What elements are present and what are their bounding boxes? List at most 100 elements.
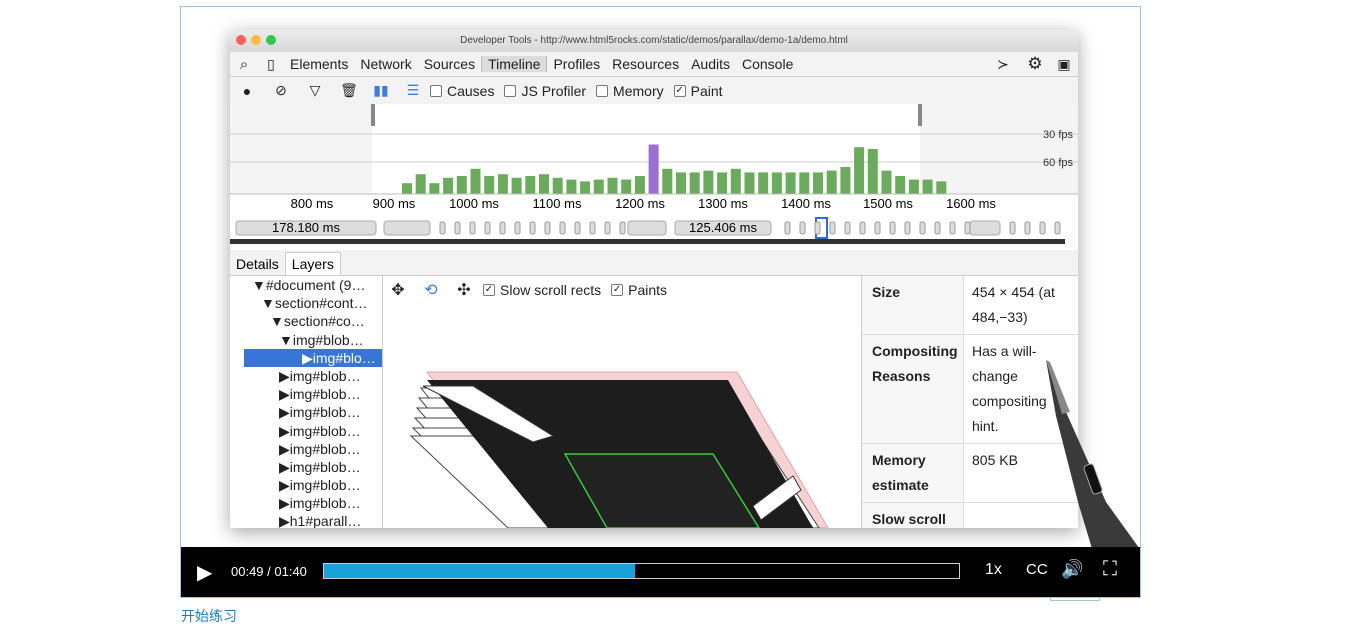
frame-marker[interactable] (874, 221, 881, 235)
frame-bar (539, 174, 549, 194)
panel-tabs-bar: ⌕ ▯ Elements Network Sources Timeline Pr… (230, 52, 1078, 77)
tree-item[interactable]: ▶img#blob… (230, 458, 382, 476)
frame-bar (689, 172, 700, 194)
frame-marker[interactable] (559, 221, 566, 235)
frame-marker[interactable] (454, 221, 461, 235)
frame-marker[interactable] (1009, 221, 1016, 235)
timeline-overview[interactable]: 30 fps 60 fps 800 ms 900 ms 1000 ms 1100… (230, 104, 1078, 244)
frame-marker[interactable] (529, 221, 536, 235)
frame-bar (785, 172, 796, 194)
gear-icon[interactable]: ⚙ (1020, 54, 1050, 74)
bar-view-icon[interactable]: ▮▮ (366, 82, 396, 99)
js-profiler-checkbox[interactable]: JS Profiler (504, 83, 586, 99)
tree-item[interactable]: ▶img#blob… (230, 476, 382, 494)
fullscreen-icon[interactable]: ⛶ (1103, 558, 1117, 581)
frame-bar (443, 177, 454, 194)
frame-marker[interactable] (964, 221, 971, 235)
zoom-light-icon (266, 35, 276, 45)
tab-layers[interactable]: Layers (284, 252, 341, 275)
frame-marker[interactable] (799, 221, 806, 235)
tab-details[interactable]: Details (230, 253, 285, 275)
property-key: Memory estimate (862, 444, 964, 502)
frame-marker[interactable] (1054, 221, 1061, 235)
frame-marker[interactable] (439, 221, 446, 235)
tree-item[interactable]: ▶img#blob… (230, 422, 382, 440)
player-controls: ▶ 00:49 / 01:40 1x CC 🔊 ⛶ (181, 547, 1140, 597)
speed-button[interactable]: 1x (985, 561, 1002, 579)
frame-marker[interactable] (484, 221, 491, 235)
frame-marker[interactable] (934, 221, 941, 235)
practice-link[interactable]: 开始练习 (181, 606, 237, 626)
tree-item-selected[interactable]: ▶img#blo… (244, 348, 382, 367)
tab-audits[interactable]: Audits (685, 56, 736, 72)
search-icon[interactable]: ⌕ (230, 56, 258, 73)
tab-profiles[interactable]: Profiles (547, 56, 606, 72)
frame-marker[interactable] (904, 221, 911, 235)
range-handle-left[interactable] (371, 104, 375, 126)
frame-bar (854, 147, 865, 194)
tree-item[interactable]: ▶h1#parall… (230, 512, 382, 528)
frame-bar (813, 172, 823, 194)
filter-icon[interactable]: ▽ (298, 82, 332, 99)
frame-marker[interactable] (589, 221, 596, 235)
tree-item[interactable]: ▼img#blob… (230, 331, 382, 349)
close-light-icon (236, 35, 246, 45)
dock-icon[interactable]: ▣ (1050, 56, 1078, 73)
frame-marker[interactable] (1024, 221, 1031, 235)
layers-visualization (409, 371, 829, 528)
play-icon[interactable]: ▶ (197, 560, 212, 585)
frame-bar (648, 144, 659, 194)
frame-marker[interactable] (619, 221, 626, 235)
frame-bar (621, 179, 632, 194)
frame-marker[interactable] (784, 221, 791, 235)
frame-marker[interactable] (1039, 221, 1046, 235)
tab-console[interactable]: Console (736, 56, 799, 72)
frame-marker[interactable] (499, 221, 506, 235)
tab-elements[interactable]: Elements (284, 56, 354, 72)
memory-checkbox[interactable]: Memory (596, 83, 664, 99)
frame-marker[interactable] (859, 221, 866, 235)
tick-label: 900 ms (373, 196, 416, 211)
flame-view-icon[interactable]: ☰ (396, 82, 430, 99)
tree-item[interactable]: ▶img#blob… (230, 385, 382, 403)
tree-item[interactable]: ▶img#blob… (230, 440, 382, 458)
tree-item[interactable]: ▶img#blob… (230, 403, 382, 421)
tab-resources[interactable]: Resources (606, 56, 685, 72)
tree-item[interactable]: ▶img#blob… (230, 367, 382, 385)
tree-item[interactable]: ▼section#cont… (230, 294, 382, 312)
frame-marker[interactable] (604, 221, 611, 235)
drawer-icon[interactable]: ≻ (986, 56, 1020, 73)
tab-sources[interactable]: Sources (418, 56, 481, 72)
frame-marker[interactable] (844, 221, 851, 235)
frame-bar (634, 176, 645, 194)
frame-marker[interactable] (814, 221, 821, 235)
cc-button[interactable]: CC (1026, 561, 1048, 578)
record-icon[interactable]: ● (230, 83, 264, 99)
clear-icon[interactable]: ⊘ (264, 82, 298, 99)
tab-timeline[interactable]: Timeline (481, 56, 548, 72)
tree-item[interactable]: ▼section#co… (230, 312, 382, 330)
video-frame[interactable]: Developer Tools - http://www.html5rocks.… (181, 7, 1140, 562)
frame-marker[interactable] (829, 221, 836, 235)
frame-marker[interactable] (889, 221, 896, 235)
progress-fill (324, 564, 636, 578)
frame-marker[interactable] (949, 221, 956, 235)
frame-marker[interactable] (574, 221, 581, 235)
volume-icon[interactable]: 🔊 (1061, 559, 1083, 580)
frame-marker[interactable] (469, 221, 476, 235)
paint-checkbox[interactable]: ✓ Paint (673, 83, 723, 99)
tree-item[interactable]: ▶img#blob… (230, 494, 382, 512)
trash-icon[interactable]: 🗑 (332, 82, 366, 99)
causes-checkbox[interactable]: Causes (430, 83, 494, 99)
frame-bar (908, 179, 919, 194)
layers-3d-view[interactable]: ✥ ⟲ ✣ ✓ Slow scroll rects ✓ Paints (383, 276, 861, 528)
progress-bar[interactable] (323, 563, 960, 579)
tab-network[interactable]: Network (354, 56, 417, 72)
frame-marker[interactable] (514, 221, 521, 235)
tree-item[interactable]: ▼#document (9… (230, 276, 382, 294)
property-key: Size (862, 276, 964, 334)
frame-marker[interactable] (544, 221, 551, 235)
device-icon[interactable]: ▯ (258, 56, 284, 73)
range-handle-right[interactable] (918, 104, 922, 126)
frame-marker[interactable] (919, 221, 926, 235)
